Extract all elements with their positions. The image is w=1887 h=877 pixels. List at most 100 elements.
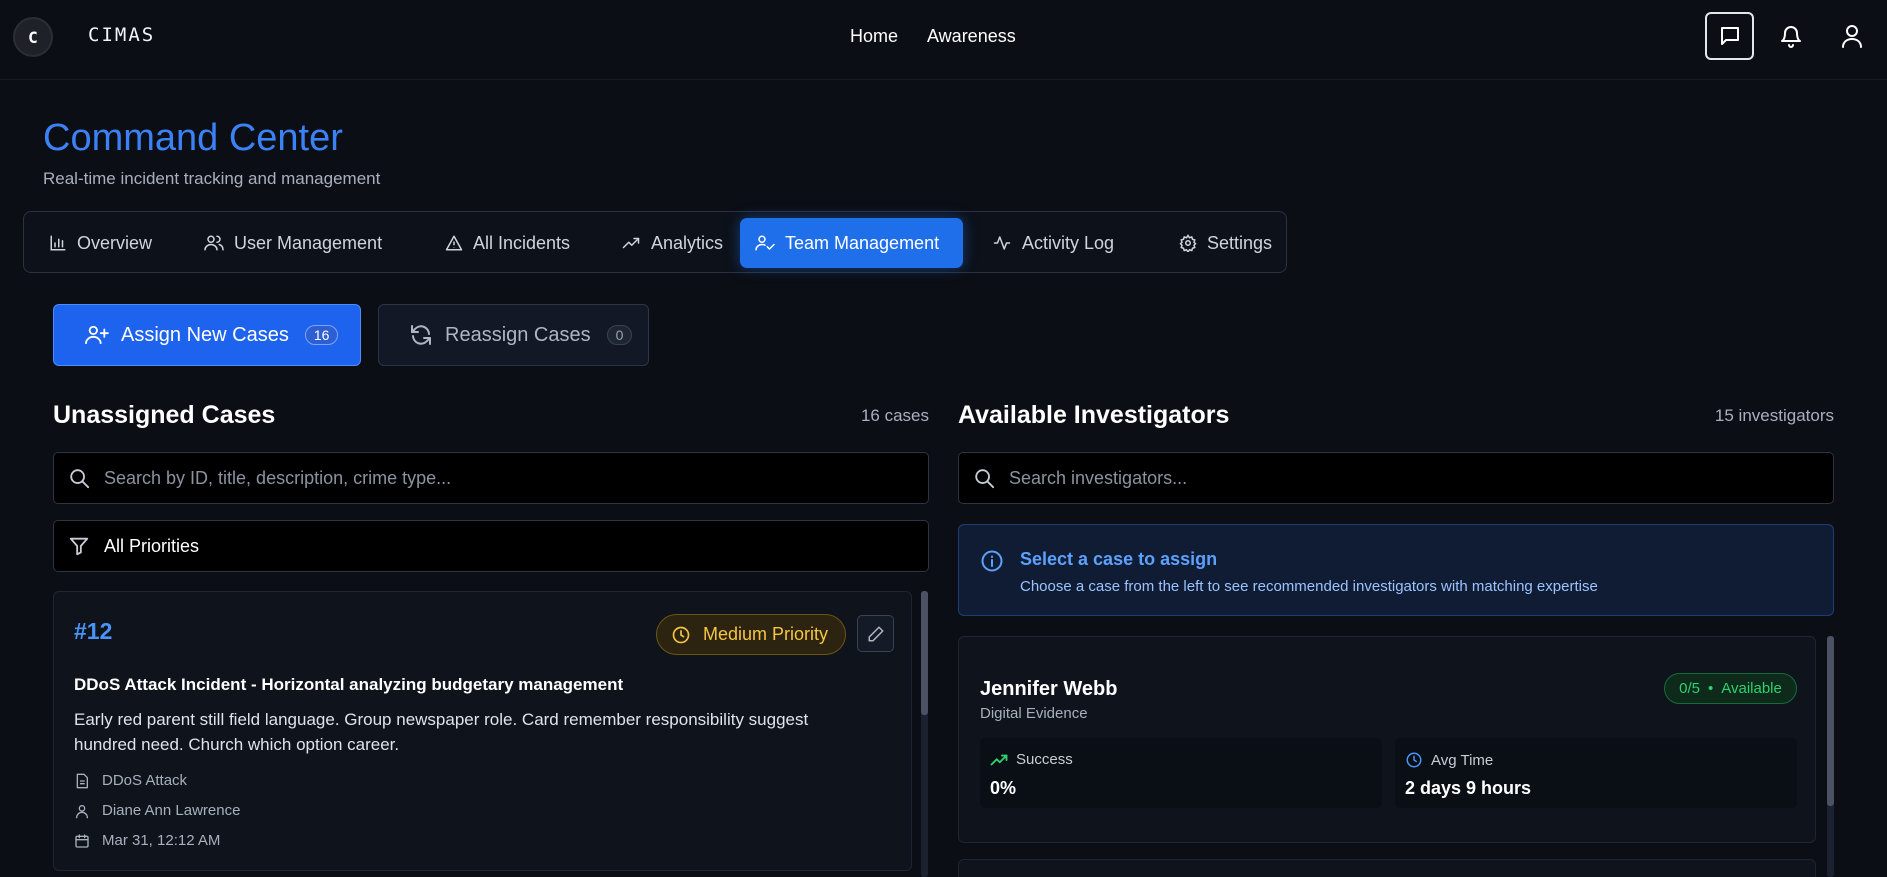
tab-all-incidents[interactable]: All Incidents [430, 218, 585, 268]
avg-time-label-text: Avg Time [1431, 751, 1494, 769]
calendar-icon [74, 833, 90, 849]
filter-icon [68, 535, 90, 557]
date-text: Mar 31, 12:12 AM [102, 832, 221, 849]
tab-team-management[interactable]: Team Management [740, 218, 963, 268]
investigator-specialty: Digital Evidence [980, 705, 1088, 722]
case-title: DDoS Attack Incident - Horizontal analyz… [74, 675, 624, 694]
avg-time-stat-label: Avg Time [1405, 751, 1493, 769]
tab-label: Overview [77, 232, 153, 253]
messages-button[interactable] [1705, 12, 1754, 60]
unassigned-cases-count: 16 cases [860, 406, 929, 425]
unassigned-cases-heading: Unassigned Cases [53, 401, 276, 429]
assign-label: Assign New Cases [121, 323, 289, 346]
profile-button[interactable] [1840, 23, 1864, 49]
investigators-scrollbar-thumb[interactable] [1827, 636, 1834, 806]
reassign-count-badge: 0 [606, 325, 633, 345]
page-subtitle: Real-time incident tracking and manageme… [43, 169, 381, 188]
case-search-placeholder: Search by ID, title, description, crime … [104, 467, 452, 488]
case-card[interactable]: #12 Medium Priority DDoS Attack Incident… [53, 591, 912, 871]
app-logo[interactable]: C [13, 17, 53, 57]
document-icon [74, 773, 90, 789]
cases-scrollbar[interactable] [921, 591, 928, 877]
investigators-count: 15 investigators [1714, 406, 1834, 425]
search-icon [973, 467, 995, 489]
availability-badge: 0/5 • Available [1664, 673, 1797, 704]
trending-up-icon [621, 234, 641, 252]
activity-icon [992, 234, 1012, 252]
reassign-cases-button[interactable]: Reassign Cases 0 [378, 304, 649, 366]
alert-triangle-icon [445, 234, 463, 252]
tab-label: Activity Log [1022, 232, 1115, 253]
tab-label: Team Management [785, 232, 940, 253]
user-icon [74, 803, 90, 819]
user-icon [1840, 23, 1864, 49]
case-search-input[interactable]: Search by ID, title, description, crime … [53, 452, 929, 504]
info-title: Select a case to assign [1020, 549, 1218, 569]
users-icon [204, 234, 224, 252]
edit-case-button[interactable] [857, 615, 894, 652]
dot-separator: • [1707, 680, 1714, 697]
availability-text: Available [1721, 680, 1782, 697]
brand-name[interactable]: CIMAS [88, 24, 155, 46]
message-icon [1718, 24, 1742, 48]
tab-analytics[interactable]: Analytics [606, 218, 738, 268]
available-investigators-heading: Available Investigators [958, 401, 1230, 429]
info-icon [980, 549, 1004, 573]
refresh-icon [409, 323, 433, 347]
clock-icon [671, 625, 691, 645]
user-check-icon [755, 234, 775, 252]
tab-overview[interactable]: Overview [34, 218, 167, 268]
case-date: Mar 31, 12:12 AM [74, 832, 220, 849]
investigator-card[interactable] [958, 859, 1816, 877]
investigator-card[interactable]: Jennifer Webb Digital Evidence 0/5 • Ava… [958, 636, 1816, 843]
top-bar: C CIMAS Home Awareness [0, 0, 1887, 80]
success-value: 0% [990, 778, 1017, 798]
priority-label: Medium Priority [703, 624, 829, 644]
pencil-icon [867, 625, 885, 643]
assign-new-cases-button[interactable]: Assign New Cases 16 [53, 304, 361, 366]
bell-icon [1779, 23, 1803, 49]
tab-label: All Incidents [473, 232, 571, 253]
investigator-search-placeholder: Search investigators... [1009, 467, 1188, 488]
page-title: Command Center [43, 117, 343, 159]
priority-filter-value: All Priorities [104, 535, 200, 556]
case-description: Early red parent still field language. G… [74, 710, 809, 754]
avg-time-stat: Avg Time 2 days 9 hours [1395, 738, 1797, 808]
nav-awareness-link[interactable]: Awareness [927, 26, 1016, 47]
trending-up-icon [990, 753, 1008, 767]
tab-user-management[interactable]: User Management [189, 218, 397, 268]
workload-text: 0/5 [1679, 680, 1700, 697]
select-case-info-box: Select a case to assign Choose a case fr… [958, 524, 1834, 616]
crime-type-text: DDoS Attack [102, 772, 188, 789]
logo-letter: C [28, 27, 38, 47]
success-label-text: Success [1016, 751, 1073, 768]
clock-icon [1405, 751, 1423, 769]
tab-label: Analytics [651, 232, 724, 253]
success-stat: Success 0% [980, 738, 1382, 808]
assign-count-badge: 16 [304, 325, 339, 345]
notifications-button[interactable] [1779, 23, 1803, 49]
gear-icon [1179, 234, 1197, 252]
tab-label: Settings [1207, 232, 1273, 253]
priority-badge: Medium Priority [656, 614, 846, 655]
tab-bar: Overview User Management All Incidents A… [23, 211, 1287, 273]
reporter-text: Diane Ann Lawrence [102, 802, 241, 819]
success-stat-label: Success [990, 751, 1073, 768]
case-reporter: Diane Ann Lawrence [74, 802, 240, 819]
case-crime-type: DDoS Attack [74, 772, 187, 789]
reassign-label: Reassign Cases [445, 323, 591, 346]
cases-scrollbar-thumb[interactable] [921, 591, 928, 715]
info-text: Choose a case from the left to see recom… [1020, 578, 1598, 595]
tab-settings[interactable]: Settings [1164, 218, 1287, 268]
user-plus-icon [85, 324, 109, 346]
investigator-name: Jennifer Webb [980, 678, 1118, 700]
search-icon [68, 467, 90, 489]
investigator-search-input[interactable]: Search investigators... [958, 452, 1834, 504]
tab-activity-log[interactable]: Activity Log [977, 218, 1129, 268]
investigators-scrollbar[interactable] [1827, 636, 1834, 877]
case-id: #12 [74, 618, 113, 644]
priority-filter-select[interactable]: All Priorities [53, 520, 929, 572]
tab-label: User Management [234, 232, 383, 253]
avg-time-value: 2 days 9 hours [1405, 778, 1532, 798]
nav-home-link[interactable]: Home [850, 26, 898, 47]
